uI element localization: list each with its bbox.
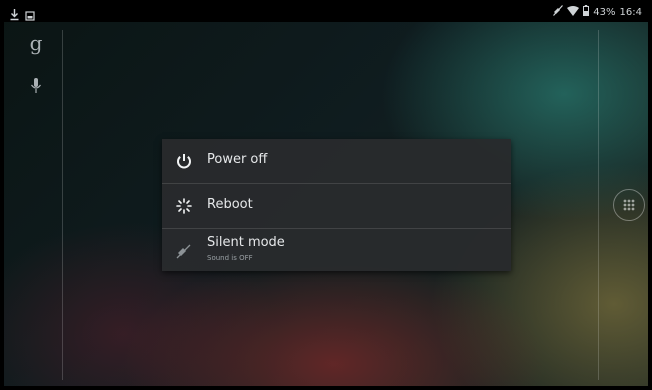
- reboot-icon: [174, 196, 194, 216]
- silent-icon: [553, 5, 564, 19]
- sound-off-icon: [174, 241, 194, 261]
- clock: 16:4: [619, 6, 642, 18]
- wifi-icon: [567, 5, 580, 19]
- svg-text:g: g: [30, 32, 43, 55]
- menu-item-silent-mode[interactable]: Silent mode Sound is OFF: [162, 229, 511, 273]
- battery-icon: [583, 5, 590, 19]
- status-bar: 43% 16:4: [4, 4, 648, 22]
- menu-item-label: Power off: [207, 152, 268, 167]
- power-icon: [174, 151, 194, 171]
- apps-icon[interactable]: [613, 189, 645, 221]
- menu-item-label: Silent mode: [207, 235, 285, 250]
- power-options-menu: Power off Reboot Silent mode Sound is OF…: [162, 139, 511, 271]
- menu-item-power-off[interactable]: Power off: [162, 139, 511, 184]
- right-divider: [598, 30, 599, 380]
- menu-item-reboot[interactable]: Reboot: [162, 184, 511, 229]
- home-screen: 43% 16:4 g Power off Reboot Silent mode …: [4, 4, 648, 386]
- google-search-icon[interactable]: g: [26, 31, 46, 56]
- image-icon: [25, 6, 35, 25]
- menu-item-sublabel: Sound is OFF: [207, 254, 253, 262]
- menu-item-label: Reboot: [207, 197, 253, 212]
- microphone-icon[interactable]: [28, 76, 44, 96]
- download-icon: [10, 6, 19, 25]
- left-divider: [62, 30, 63, 380]
- battery-percent: 43%: [593, 6, 616, 18]
